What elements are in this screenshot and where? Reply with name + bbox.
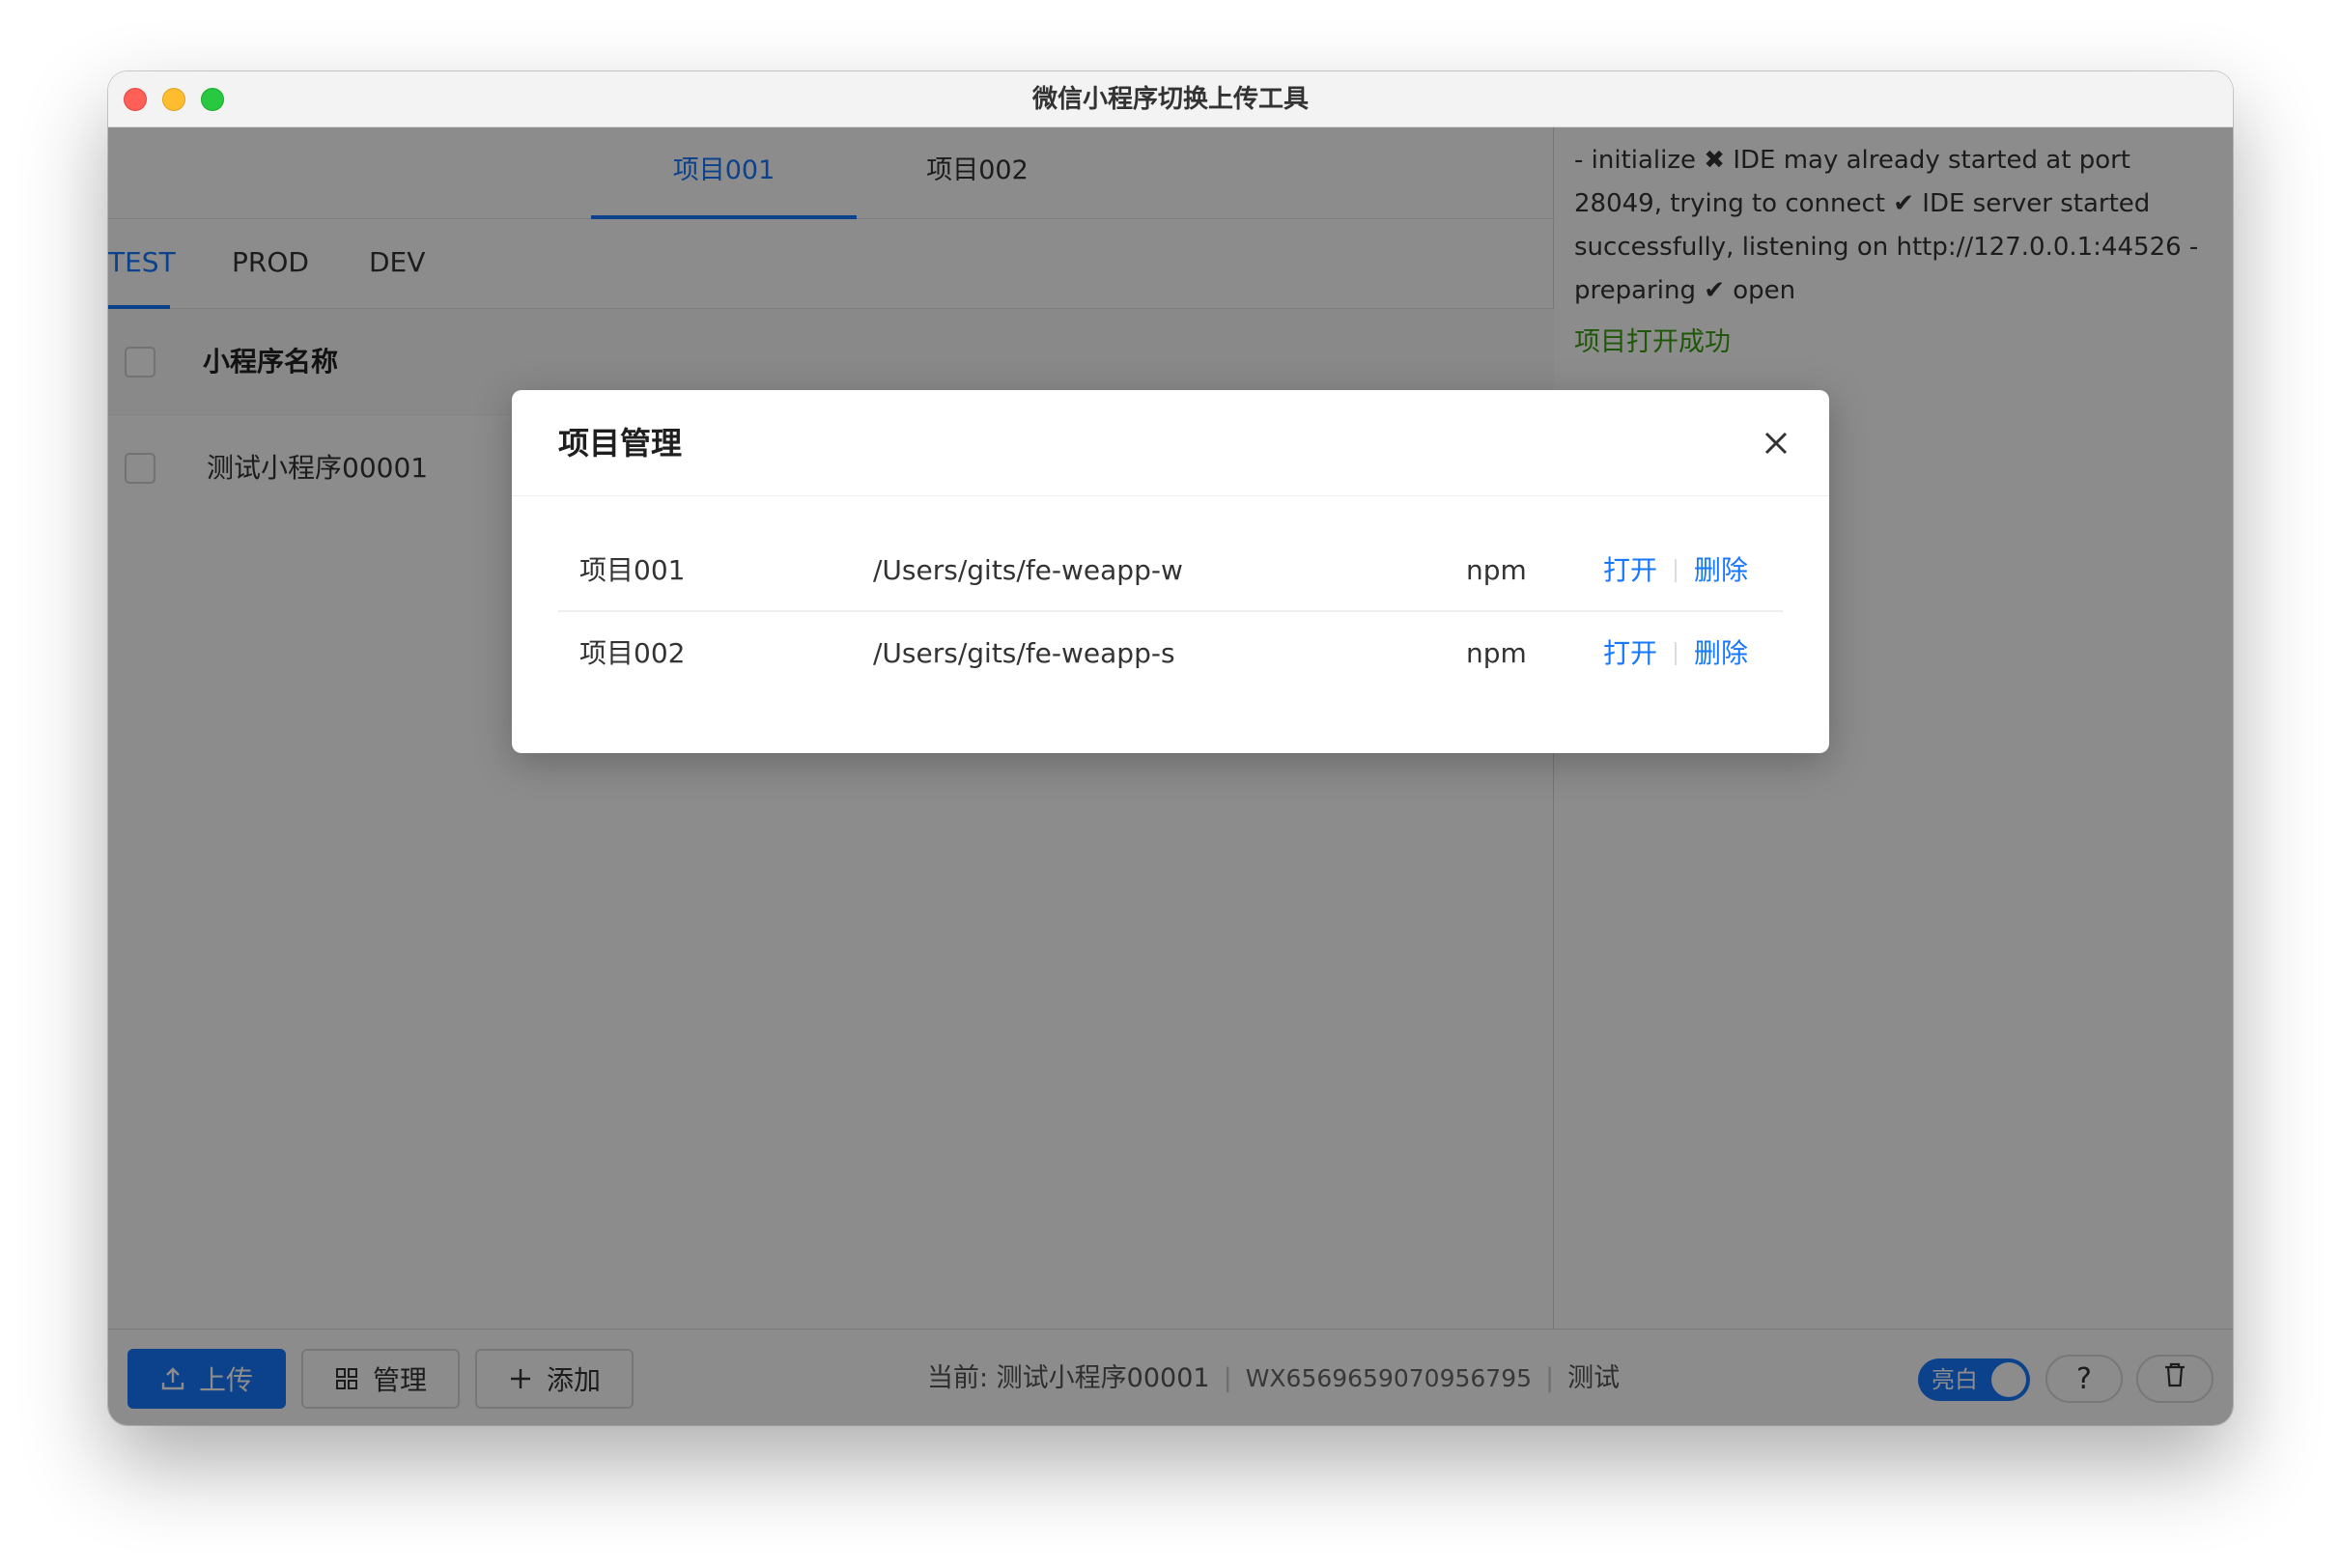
project-name: 项目002 xyxy=(579,637,686,669)
open-project-link[interactable]: 打开 xyxy=(1603,529,1657,612)
project-package-manager: npm xyxy=(1466,554,1527,586)
modal-mask[interactable] xyxy=(108,127,2233,1425)
close-icon xyxy=(1758,425,1794,462)
modal-title: 项目管理 xyxy=(558,425,683,462)
action-divider xyxy=(1675,642,1678,665)
app-window: 微信小程序切换上传工具 项目001 项目002 TEST PROD DEV 小程… xyxy=(108,71,2233,1425)
project-actions: 打开 删除 xyxy=(1603,529,1748,612)
project-name: 项目001 xyxy=(579,554,686,586)
window-title: 微信小程序切换上传工具 xyxy=(1031,85,1309,114)
open-project-link[interactable]: 打开 xyxy=(1603,612,1657,695)
delete-project-link[interactable]: 删除 xyxy=(1694,529,1748,612)
project-path: /Users/gits/fe-weapp-w xyxy=(873,554,1183,586)
project-path: /Users/gits/fe-weapp-s xyxy=(873,637,1175,669)
action-divider xyxy=(1675,559,1678,582)
project-row: 项目001 /Users/gits/fe-weapp-w npm 打开 删除 xyxy=(558,529,1783,612)
project-management-modal: 项目管理 项目001 /Users/gits/fe-weapp-w npm 打开… xyxy=(512,390,1829,753)
modal-close-button[interactable] xyxy=(1758,425,1794,462)
project-package-manager: npm xyxy=(1466,637,1527,669)
delete-project-link[interactable]: 删除 xyxy=(1694,612,1748,695)
titlebar: 微信小程序切换上传工具 xyxy=(108,71,2233,127)
app-content: 项目001 项目002 TEST PROD DEV 小程序名称 测试小程序000… xyxy=(108,127,2233,1425)
modal-header: 项目管理 xyxy=(512,390,1829,496)
project-row: 项目002 /Users/gits/fe-weapp-s npm 打开 删除 xyxy=(558,612,1783,695)
project-actions: 打开 删除 xyxy=(1603,612,1748,695)
